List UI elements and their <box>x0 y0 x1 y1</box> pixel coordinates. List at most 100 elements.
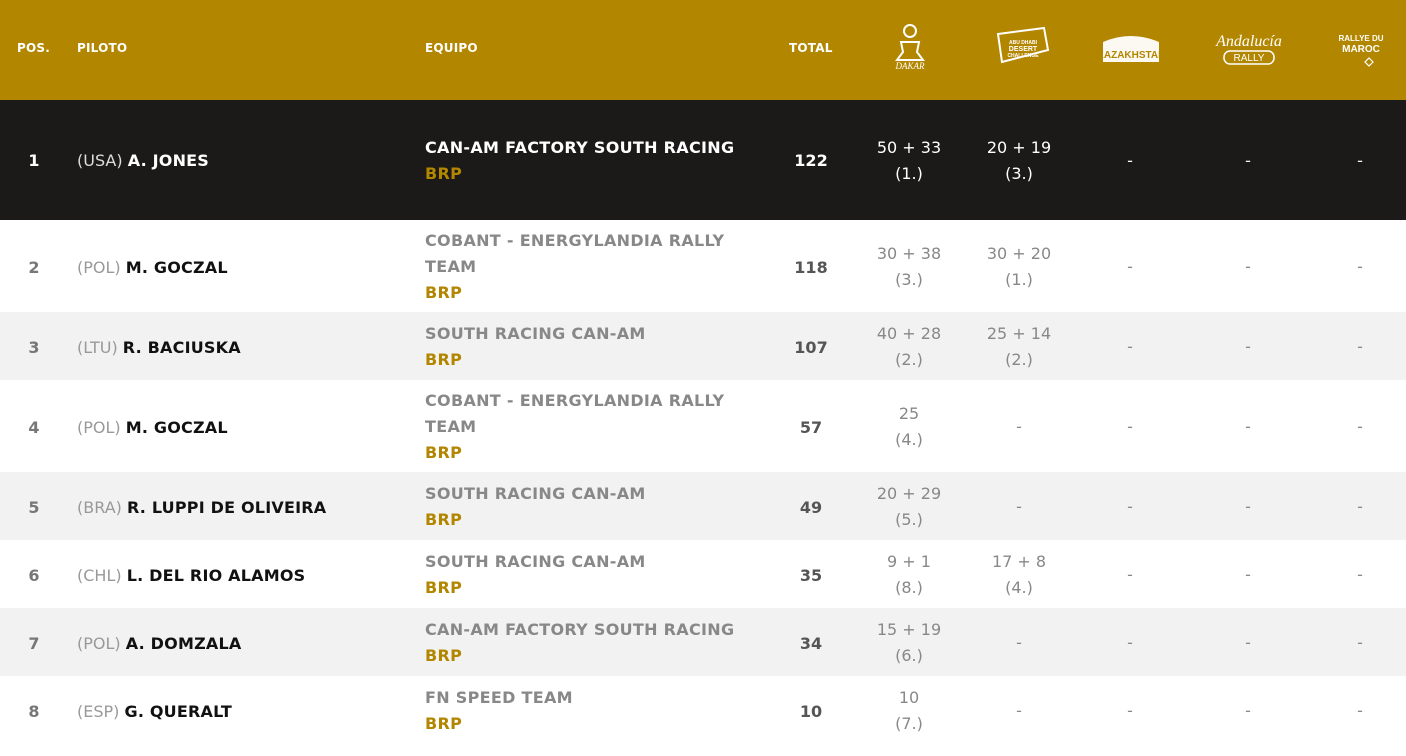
pilot-cell[interactable]: (LTU) R. BACIUSKA <box>77 338 241 357</box>
dakar-logo-icon[interactable]: DAKAR <box>889 22 931 75</box>
pilot-cell[interactable]: (CHL) L. DEL RIO ALAMOS <box>77 566 305 585</box>
team-cell[interactable]: COBANT - ENERGYLANDIA RALLY TEAM BRP <box>425 388 725 466</box>
row-position: 8 <box>28 702 40 721</box>
abu-dhabi-result: 25 + 14 (2.) <box>986 324 1052 369</box>
kazakhstan-result: - <box>1127 565 1133 584</box>
dakar-result: 20 + 29 (5.) <box>876 484 942 529</box>
brand-label: BRP <box>425 578 463 597</box>
andalucia-result: - <box>1245 497 1251 516</box>
andalucia-result: - <box>1245 417 1251 436</box>
brand-label: BRP <box>425 646 463 665</box>
abu-dhabi-result: - <box>1016 497 1022 516</box>
svg-text:KAZAKHSTAN: KAZAKHSTAN <box>1099 50 1163 61</box>
abu-dhabi-result: 20 + 19 (3.) <box>986 138 1052 183</box>
total-points: 107 <box>794 338 828 357</box>
pilot-cell[interactable]: (POL) M. GOCZAL <box>77 418 228 437</box>
abu-dhabi-result: 17 + 8 (4.) <box>991 552 1047 597</box>
total-points: 122 <box>794 151 828 170</box>
pilot-cell[interactable]: (ESP) G. QUERALT <box>77 702 232 721</box>
abu-dhabi-result: - <box>1016 417 1022 436</box>
team-cell[interactable]: CAN-AM FACTORY SOUTH RACING BRP <box>425 135 745 187</box>
andalucia-result: - <box>1245 701 1251 720</box>
kazakhstan-result: - <box>1127 633 1133 652</box>
maroc-result: - <box>1357 151 1363 170</box>
abu-dhabi-result: - <box>1016 701 1022 720</box>
team-cell[interactable]: SOUTH RACING CAN-AM BRP <box>425 481 745 533</box>
team-cell[interactable]: CAN-AM FACTORY SOUTH RACING BRP <box>425 617 745 669</box>
column-header-pos: POS. <box>17 41 50 55</box>
row-position: 2 <box>28 258 40 277</box>
svg-text:MAROC: MAROC <box>1342 44 1380 55</box>
kazakhstan-result: - <box>1127 701 1133 720</box>
brand-label: BRP <box>425 283 463 302</box>
svg-text:Andalucía: Andalucía <box>1215 33 1282 50</box>
total-points: 118 <box>794 258 828 277</box>
team-cell[interactable]: COBANT - ENERGYLANDIA RALLY TEAM BRP <box>425 228 725 306</box>
andalucia-result: - <box>1245 337 1251 356</box>
table-row[interactable]: 6 (CHL) L. DEL RIO ALAMOS SOUTH RACING C… <box>0 540 1406 608</box>
kazakhstan-result: - <box>1127 337 1133 356</box>
dakar-result: 25 (4.) <box>895 404 923 449</box>
abu-dhabi-desert-challenge-logo-icon[interactable]: ABU DHABI DESERT CHALLENGE <box>990 22 1052 75</box>
andalucia-result: - <box>1245 565 1251 584</box>
total-points: 10 <box>799 702 823 721</box>
table-row[interactable]: 3 (LTU) R. BACIUSKA SOUTH RACING CAN-AM B… <box>0 312 1406 380</box>
brand-label: BRP <box>425 350 463 369</box>
andalucia-result: - <box>1245 633 1251 652</box>
table-row[interactable]: 8 (ESP) G. QUERALT FN SPEED TEAM BRP 10 1… <box>0 676 1406 756</box>
pilot-cell[interactable]: (USA) A. JONES <box>77 151 209 170</box>
svg-text:DAKAR: DAKAR <box>895 61 925 70</box>
rallye-du-maroc-logo-icon[interactable]: RALLYE DU MAROC <box>1333 22 1389 75</box>
brand-label: BRP <box>425 510 463 529</box>
rallye-kazakhstan-logo-icon[interactable]: KAZAKHSTAN <box>1097 22 1165 75</box>
abu-dhabi-result: 30 + 20 (1.) <box>986 244 1052 289</box>
total-points: 35 <box>799 566 823 585</box>
svg-text:CHALLENGE: CHALLENGE <box>1007 53 1039 59</box>
team-cell[interactable]: SOUTH RACING CAN-AM BRP <box>425 321 745 373</box>
svg-text:RALLY: RALLY <box>1234 53 1265 64</box>
table-row[interactable]: 7 (POL) A. DOMZALA CAN-AM FACTORY SOUTH … <box>0 608 1406 676</box>
andalucia-result: - <box>1245 257 1251 276</box>
brand-label: BRP <box>425 714 463 733</box>
maroc-result: - <box>1357 701 1363 720</box>
dakar-result: 15 + 19 (6.) <box>876 620 942 665</box>
row-position: 3 <box>28 338 40 357</box>
total-points: 57 <box>799 418 823 437</box>
andalucia-rally-logo-icon[interactable]: Andalucía RALLY <box>1210 22 1288 75</box>
table-row[interactable]: 2 (POL) M. GOCZAL COBANT - ENERGYLANDIA … <box>0 220 1406 312</box>
pilot-cell[interactable]: (BRA) R. LUPPI DE OLIVEIRA <box>77 498 326 517</box>
maroc-result: - <box>1357 633 1363 652</box>
kazakhstan-result: - <box>1127 497 1133 516</box>
pilot-cell[interactable]: (POL) A. DOMZALA <box>77 634 241 653</box>
table-row[interactable]: 1 (USA) A. JONES CAN-AM FACTORY SOUTH RA… <box>0 100 1406 220</box>
row-position: 1 <box>28 151 40 170</box>
pilot-cell[interactable]: (POL) M. GOCZAL <box>77 258 228 277</box>
dakar-result: 50 + 33 (1.) <box>876 138 942 183</box>
total-points: 34 <box>799 634 823 653</box>
table-row[interactable]: 4 (POL) M. GOCZAL COBANT - ENERGYLANDIA … <box>0 380 1406 472</box>
svg-text:RALLYE DU: RALLYE DU <box>1338 34 1383 43</box>
row-position: 4 <box>28 418 40 437</box>
brand-label: BRP <box>425 164 463 183</box>
maroc-result: - <box>1357 417 1363 436</box>
svg-text:DESERT: DESERT <box>1009 46 1038 53</box>
row-position: 7 <box>28 634 40 653</box>
column-header-team: EQUIPO <box>425 41 478 55</box>
dakar-result: 40 + 28 (2.) <box>876 324 942 369</box>
maroc-result: - <box>1357 257 1363 276</box>
row-position: 6 <box>28 566 40 585</box>
maroc-result: - <box>1357 337 1363 356</box>
dakar-result: 10 (7.) <box>895 688 923 733</box>
abu-dhabi-result: - <box>1016 633 1022 652</box>
kazakhstan-result: - <box>1127 417 1133 436</box>
kazakhstan-result: - <box>1127 151 1133 170</box>
table-row[interactable]: 5 (BRA) R. LUPPI DE OLIVEIRA SOUTH RACIN… <box>0 472 1406 540</box>
standings-header: POS. PILOTO EQUIPO TOTAL DAKAR ABU DHABI… <box>0 0 1406 100</box>
team-cell[interactable]: FN SPEED TEAM BRP <box>425 685 745 737</box>
dakar-result: 30 + 38 (3.) <box>876 244 942 289</box>
andalucia-result: - <box>1245 151 1251 170</box>
team-cell[interactable]: SOUTH RACING CAN-AM BRP <box>425 549 745 601</box>
maroc-result: - <box>1357 497 1363 516</box>
column-header-pilot: PILOTO <box>77 41 128 55</box>
maroc-result: - <box>1357 565 1363 584</box>
